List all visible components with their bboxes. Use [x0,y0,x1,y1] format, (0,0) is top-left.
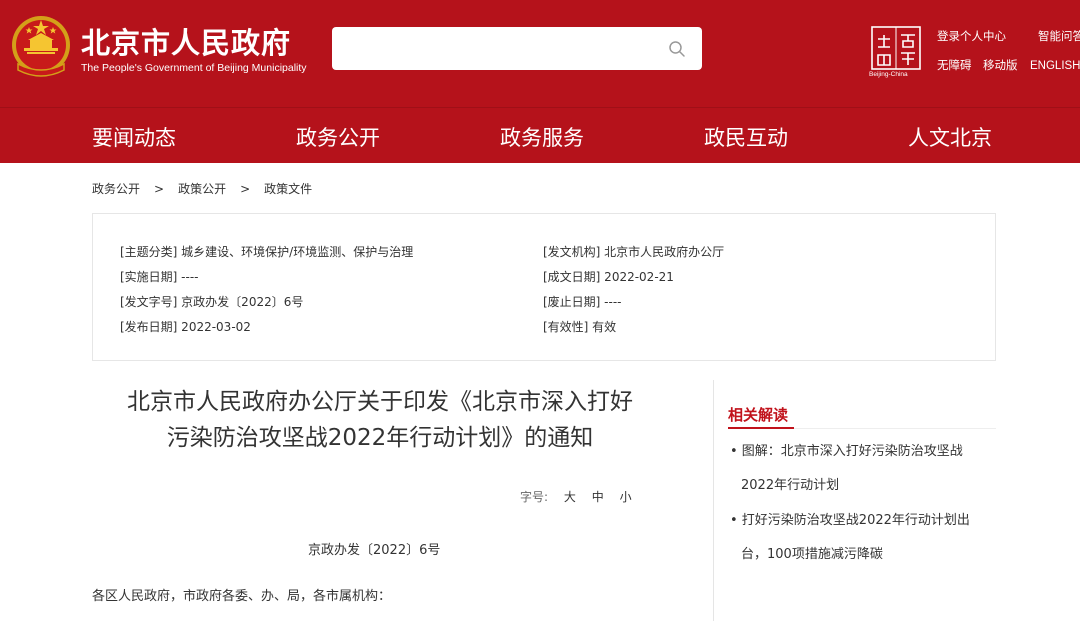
search-input[interactable] [332,27,702,70]
smart-qa-link[interactable]: 智能问答 [1038,28,1080,44]
meta-pub-date: [发布日期] 2022-03-02 [120,320,251,334]
breadcrumb-item-policy-open[interactable]: 政策公开 [178,180,226,197]
breadcrumb-separator: > [154,182,165,196]
document-title: 北京市人民政府办公厅关于印发《北京市深入打好 污染防治攻坚战2022年行动计划》… [90,384,670,456]
nav-interaction[interactable]: 政民互动 [704,122,788,152]
mobile-link[interactable]: 移动版 [983,57,1018,73]
font-size-label: 字号: [520,490,549,504]
capital-seal-icon [871,26,921,70]
capital-caption: Beijing-China [869,71,908,78]
nav-gov-service[interactable]: 政务服务 [500,122,584,152]
nav-culture[interactable]: 人文北京 [908,122,992,152]
font-size-large-button[interactable]: 大 [564,490,576,504]
site-subtitle: The People's Government of Beijing Munic… [81,62,307,74]
breadcrumb-item-gov-open[interactable]: 政务公开 [92,180,140,197]
national-emblem-icon [12,16,70,77]
related-item-2-line-1[interactable]: • 打好污染防治攻坚战2022年行动计划出 [730,509,970,528]
meta-doc-no: [发文字号] 京政办发〔2022〕6号 [120,295,304,309]
column-divider [713,380,714,621]
nav-gov-open[interactable]: 政务公开 [296,122,380,152]
font-size-control: 字号: 大 中 小 [520,488,632,505]
english-link[interactable]: ENGLISH [1030,60,1080,72]
document-meta-panel: [主题分类] 城乡建设、环境保护/环境监测、保护与治理 [实施日期] ---- … [92,213,996,361]
related-item-1-line-1[interactable]: • 图解：北京市深入打好污染防治攻坚战 [730,440,963,459]
font-size-small-button[interactable]: 小 [620,490,632,504]
meta-written-date: [成文日期] 2022-02-21 [543,270,674,284]
site-title: 北京市人民政府 [81,26,292,60]
meta-topic: [主题分类] 城乡建设、环境保护/环境监测、保护与治理 [120,245,414,259]
breadcrumb: 政务公开 > 政策公开 > 政策文件 [92,180,312,197]
document-recipients: 各区人民政府，市政府各委、办、局，各市属机构： [92,589,392,604]
related-item-1-line-2[interactable]: 2022年行动计划 [741,474,839,493]
main-nav: 要闻动态 政务公开 政务服务 政民互动 人文北京 [0,107,1080,163]
title-line-1: 北京市人民政府办公厅关于印发《北京市深入打好 [127,389,633,415]
search-icon[interactable] [668,40,686,58]
document-number: 京政办发〔2022〕6号 [308,543,441,558]
site-header: 北京市人民政府 The People's Government of Beiji… [0,0,1080,107]
meta-issuer: [发文机构] 北京市人民政府办公厅 [543,245,725,259]
related-section-title: 相关解读 [728,406,789,424]
nav-news[interactable]: 要闻动态 [92,122,176,152]
title-line-2: 污染防治攻坚战2022年行动计划》的通知 [166,425,594,451]
related-item-2-line-2[interactable]: 台，100项措施减污降碳 [741,543,883,562]
breadcrumb-item-policy-docs[interactable]: 政策文件 [264,180,312,197]
related-title-underline [728,427,794,429]
meta-validity: [有效性] 有效 [543,320,617,334]
meta-impl-date: [实施日期] ---- [120,270,199,284]
login-link[interactable]: 登录个人中心 [937,28,1006,44]
breadcrumb-separator: > [240,182,251,196]
accessibility-link[interactable]: 无障碍 [937,57,972,73]
font-size-medium-button[interactable]: 中 [592,490,604,504]
meta-abolish-date: [废止日期] ---- [543,295,622,309]
